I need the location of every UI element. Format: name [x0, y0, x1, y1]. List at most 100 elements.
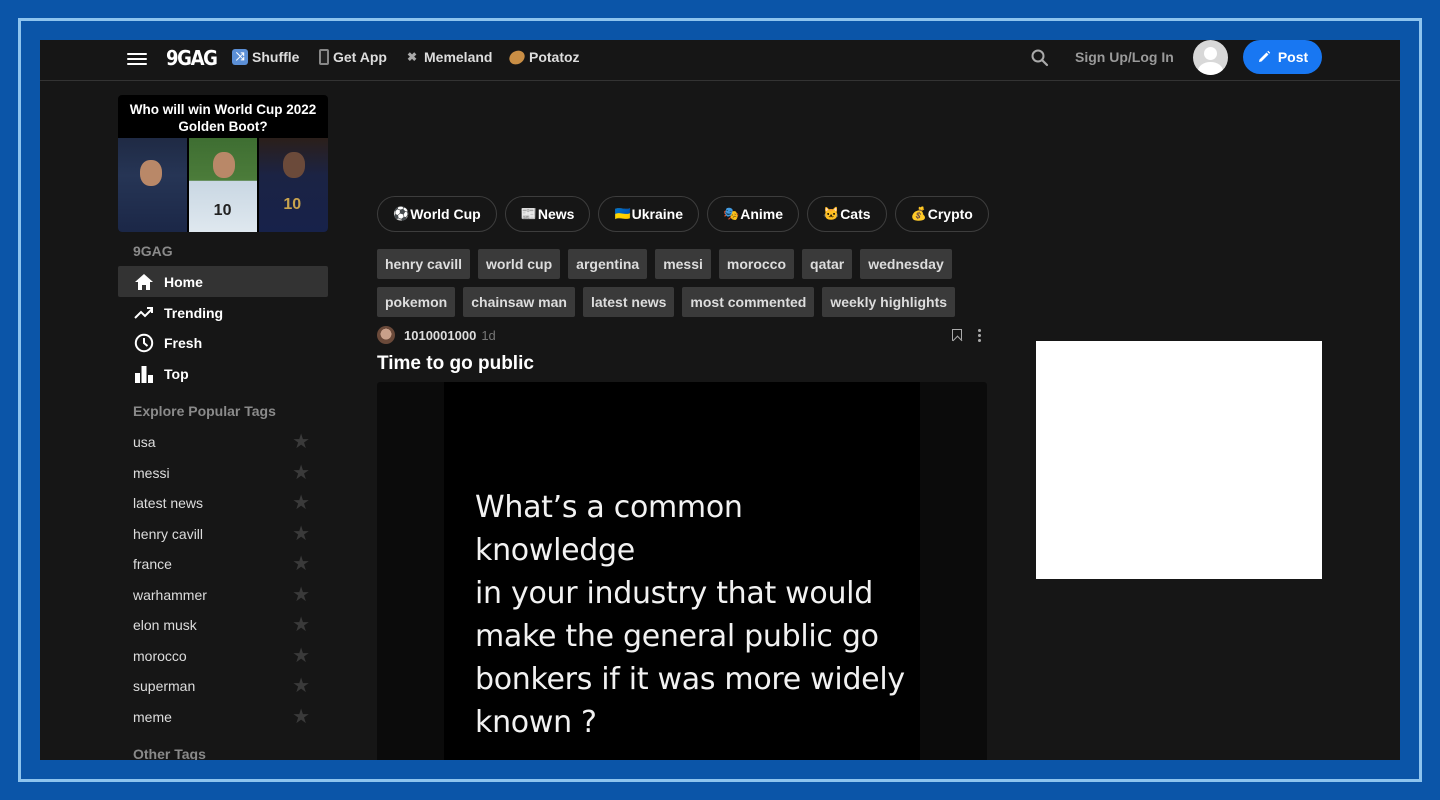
popular-tag-item[interactable]: meme ★	[118, 702, 328, 732]
trending-icon	[134, 303, 154, 323]
tag-chip[interactable]: argentina	[568, 249, 648, 279]
sidebar-item-fresh[interactable]: Fresh	[118, 327, 328, 358]
tag-chip[interactable]: pokemon	[377, 287, 456, 317]
popular-tag-label: france	[133, 556, 172, 572]
menu-icon[interactable]	[127, 50, 147, 70]
category-pill-label: Ukraine	[631, 206, 684, 222]
nav-potatoz[interactable]: Potatoz	[506, 47, 580, 67]
post-time: 1d	[481, 327, 496, 343]
popular-tag-label: warhammer	[133, 586, 207, 603]
category-emoji-icon: 💰	[910, 206, 927, 221]
post-image[interactable]: What’s a common knowledge in your indust…	[377, 382, 987, 760]
tag-chip[interactable]: henry cavill	[377, 249, 471, 279]
star-icon[interactable]: ★	[292, 493, 310, 513]
popular-tag-label: superman	[133, 678, 196, 694]
bar-chart-icon	[134, 364, 154, 384]
promo-photo-player-2: 10	[188, 138, 258, 232]
promo-photo-player-3: 10	[259, 138, 328, 232]
tag-chip[interactable]: qatar	[802, 249, 853, 279]
tag-chip[interactable]: wednesday	[860, 249, 952, 279]
post-author-avatar[interactable]	[377, 326, 395, 344]
popular-tag-item[interactable]: warhammer ★	[118, 580, 328, 610]
promo-banner[interactable]: Who will win World Cup 2022 Golden Boot?…	[118, 95, 328, 232]
tag-chips-row-1: henry cavill world cup argentina messi moroc…	[377, 249, 952, 279]
nav-memeland[interactable]: ✖ Memeland	[404, 48, 493, 66]
memeland-icon: ✖	[406, 50, 418, 64]
logo[interactable]: 9GAG	[166, 46, 218, 70]
clock-icon	[134, 333, 154, 353]
category-pill[interactable]: 📰 News	[504, 196, 591, 232]
page: 9GAG ⤨ Shuffle Get App ✖ Memeland Potato…	[40, 40, 1400, 760]
post-button[interactable]: Post	[1243, 40, 1322, 74]
tag-chip[interactable]: messi	[655, 249, 711, 279]
nav-get-app-label: Get App	[333, 49, 387, 65]
star-icon[interactable]: ★	[292, 554, 310, 574]
category-emoji-icon: 📰	[520, 206, 537, 221]
tag-chip[interactable]: most commented	[682, 287, 815, 317]
popular-tag-label: messi	[133, 464, 170, 481]
sidebar-item-trending[interactable]: Trending	[118, 297, 328, 328]
nav-shuffle-label: Shuffle	[252, 49, 300, 65]
category-pill-label: World Cup	[410, 206, 481, 222]
tag-chip[interactable]: weekly highlights	[822, 287, 956, 317]
star-icon[interactable]: ★	[292, 585, 310, 605]
jersey-number: 10	[213, 202, 232, 219]
category-pill[interactable]: 🐱 Cats	[807, 196, 887, 232]
popular-tag-item[interactable]: elon musk ★	[118, 610, 328, 640]
popular-tag-item[interactable]: superman ★	[118, 671, 328, 701]
category-pill[interactable]: 🇺🇦 Ukraine	[598, 196, 700, 232]
star-icon[interactable]: ★	[292, 524, 310, 544]
tag-chip[interactable]: morocco	[718, 249, 795, 279]
sidebar-item-home[interactable]: Home	[118, 266, 328, 297]
bookmark-icon[interactable]	[952, 329, 962, 341]
post-header: 1010001000 1d	[377, 326, 987, 344]
category-pill[interactable]: 💰 Crypto	[894, 196, 989, 232]
popular-tag-label: elon musk	[133, 617, 197, 633]
post-author[interactable]: 1010001000	[404, 328, 476, 343]
sidebar-item-top[interactable]: Top	[118, 358, 328, 389]
sidebar-item-label: Trending	[164, 304, 224, 321]
popular-tag-item[interactable]: morocco ★	[118, 641, 328, 671]
popular-tag-item[interactable]: henry cavill ★	[118, 519, 328, 549]
star-icon[interactable]: ★	[292, 615, 310, 635]
category-emoji-icon: ⚽	[393, 206, 410, 221]
popular-tag-item[interactable]: latest news ★	[118, 488, 328, 518]
tag-chips-row-2: pokemon chainsaw man latest news most comme…	[377, 287, 956, 317]
star-icon[interactable]: ★	[292, 707, 310, 727]
signup-login-link[interactable]: Sign Up/Log In	[1075, 49, 1174, 65]
home-icon	[134, 272, 154, 292]
ad-placeholder	[1036, 341, 1322, 579]
promo-photos: 10 10	[118, 138, 328, 232]
tag-chip[interactable]: latest news	[582, 287, 675, 317]
top-header: 9GAG ⤨ Shuffle Get App ✖ Memeland Potato…	[40, 40, 1400, 81]
popular-tag-item[interactable]: usa ★	[118, 427, 328, 457]
category-emoji-icon: 🎭	[723, 206, 740, 221]
popular-tag-item[interactable]: france ★	[118, 549, 328, 579]
more-options-icon[interactable]	[978, 328, 981, 342]
star-icon[interactable]: ★	[292, 463, 310, 483]
popular-tag-label: latest news	[133, 495, 204, 511]
post-title[interactable]: Time to go public	[377, 353, 534, 375]
tag-chip[interactable]: world cup	[478, 249, 561, 279]
category-pills: ⚽ World Cup 📰 News 🇺🇦 Ukraine 🎭 Anime 🐱 Cats 💰 Cryp…	[377, 196, 989, 232]
avatar[interactable]	[1193, 40, 1228, 75]
phone-icon	[319, 49, 329, 65]
star-icon[interactable]: ★	[292, 646, 310, 666]
promo-title: Who will win World Cup 2022 Golden Boot?	[129, 102, 317, 134]
post-button-label: Post	[1277, 49, 1309, 65]
category-pill-label: Crypto	[927, 206, 973, 222]
star-icon[interactable]: ★	[292, 432, 310, 452]
category-pill[interactable]: 🎭 Anime	[707, 196, 799, 232]
tag-chip[interactable]: chainsaw man	[463, 287, 575, 317]
popular-tag-item[interactable]: messi ★	[118, 458, 328, 488]
potato-icon	[506, 47, 528, 67]
category-pill[interactable]: ⚽ World Cup	[377, 196, 497, 232]
pencil-icon	[1258, 50, 1271, 62]
popular-tag-label: henry cavill	[133, 525, 204, 542]
nav-get-app[interactable]: Get App	[319, 48, 387, 66]
search-icon[interactable]	[1030, 48, 1050, 68]
category-emoji-icon: 🇺🇦	[614, 206, 631, 221]
category-pill-label: News	[537, 206, 575, 222]
star-icon[interactable]: ★	[292, 676, 310, 696]
nav-shuffle[interactable]: ⤨ Shuffle	[232, 48, 299, 66]
